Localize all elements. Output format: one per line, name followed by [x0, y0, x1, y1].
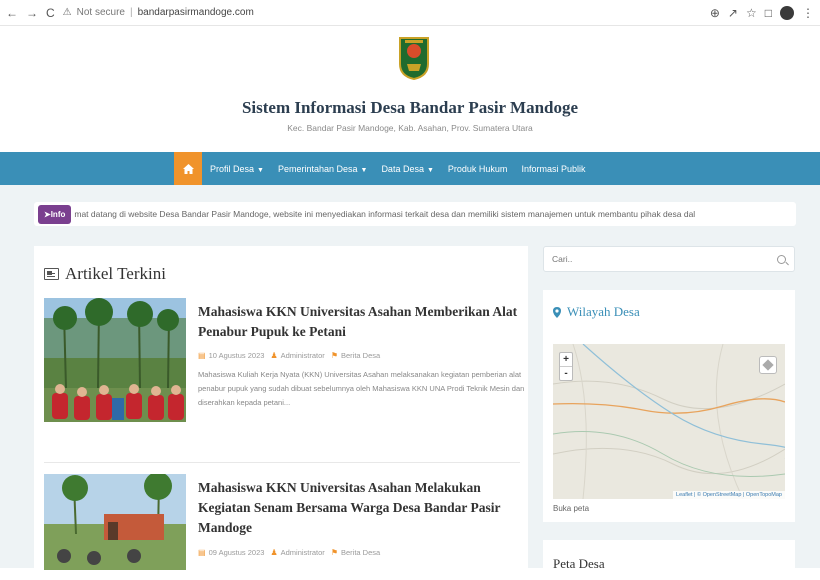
map-zoom-control: + -: [559, 352, 573, 381]
browser-actions: ⊕ ↗ ☆ □ ⋮: [710, 5, 814, 20]
menu-dots-icon[interactable]: ⋮: [802, 6, 814, 20]
warning-icon: ⚠: [62, 7, 72, 18]
site-title[interactable]: Sistem Informasi Desa Bandar Pasir Mando…: [0, 98, 820, 118]
url-text[interactable]: bandarpasirmandoge.com: [138, 7, 254, 18]
zoom-in-button[interactable]: +: [560, 353, 572, 366]
article-thumbnail[interactable]: [44, 298, 186, 422]
security-label: Not secure: [76, 7, 125, 18]
nav-item-produk-hukum[interactable]: Produk Hukum: [448, 164, 508, 174]
tag-icon: ⚑: [330, 548, 338, 557]
map-attribution[interactable]: Leaflet | © OpenStreetMap | OpenTopoMap: [673, 491, 785, 499]
chevron-down-icon: ▼: [257, 166, 264, 174]
back-icon[interactable]: ←: [6, 6, 18, 20]
article-title[interactable]: Mahasiswa KKN Universitas Asahan Memberi…: [198, 302, 528, 342]
article-item: Mahasiswa KKN Universitas Asahan Memberi…: [44, 298, 524, 458]
key-icon[interactable]: ⊕: [710, 6, 720, 20]
tag-icon: ⚑: [330, 351, 338, 360]
main-nav: Profil Desa ▼ Pemerintahan Desa ▼ Data Des…: [0, 152, 820, 185]
home-icon: [182, 163, 194, 174]
article-excerpt: Mahasiswa Kuliah Kerja Nyata (KKN) Unive…: [198, 370, 525, 407]
extension-icon[interactable]: □: [765, 6, 772, 20]
newspaper-icon: [44, 268, 59, 280]
chevron-down-icon: ▼: [360, 166, 368, 174]
nav-item-informasi-publik[interactable]: Informasi Publik: [521, 164, 585, 174]
village-map[interactable]: + - Leaflet | © OpenStreetMap | OpenTopo…: [553, 344, 785, 499]
articles-card: Artikel Terkini Mahasiswa KKN Universita…: [34, 246, 528, 570]
home-button[interactable]: [174, 152, 202, 185]
layers-icon[interactable]: [759, 356, 777, 374]
articles-heading: Artikel Terkini: [44, 264, 166, 284]
share-icon[interactable]: ↗: [728, 6, 738, 20]
wilayah-title: Wilayah Desa: [553, 304, 640, 320]
calendar-icon: ▤: [198, 548, 206, 557]
nav-item-data-desa[interactable]: Data Desa ▼: [381, 164, 433, 174]
article-divider: [44, 462, 520, 463]
article-meta: ▤ 09 Agustus 2023 ♟ Administrator ⚑ Berita …: [198, 548, 381, 557]
forward-icon[interactable]: →: [26, 6, 38, 20]
address-bar[interactable]: ⚠ Not secure | bandarpasirmandoge.com: [63, 7, 710, 18]
zoom-out-button[interactable]: -: [560, 366, 572, 380]
wilayah-widget: Wilayah Desa + - Leaflet | © OpenStreetM…: [543, 290, 795, 522]
search-icon[interactable]: [777, 254, 786, 264]
site-logo[interactable]: [397, 34, 431, 80]
calendar-icon: ▤: [198, 351, 206, 360]
info-ticker: ➤Info mat datang di website Desa Bandar …: [34, 202, 796, 226]
article-item: Mahasiswa KKN Universitas Asahan Melakuk…: [44, 474, 520, 574]
map-pin-icon: [553, 306, 561, 318]
nav-menu: Profil Desa ▼ Pemerintahan Desa ▼ Data Des…: [210, 152, 585, 185]
ticker-badge: ➤Info: [38, 204, 72, 224]
peta-title: Peta Desa: [553, 556, 605, 571]
browser-nav: ← → C: [6, 6, 55, 20]
site-header: Sistem Informasi Desa Bandar Pasir Mando…: [0, 26, 820, 152]
star-icon[interactable]: ☆: [746, 6, 757, 20]
article-thumbnail[interactable]: [44, 474, 186, 570]
nav-item-profil-desa[interactable]: Profil Desa ▼: [210, 164, 264, 174]
nav-item-pemerintahan-desa[interactable]: Pemerintahan Desa ▼: [278, 164, 367, 174]
profile-icon[interactable]: [780, 5, 794, 20]
search-box: [543, 246, 795, 272]
site-subtitle: Kec. Bandar Pasir Mandoge, Kab. Asahan, …: [287, 123, 533, 133]
reload-icon[interactable]: C: [46, 6, 55, 20]
megaphone-icon: ➤: [44, 209, 51, 219]
article-title[interactable]: Mahasiswa KKN Universitas Asahan Melakuk…: [198, 478, 528, 538]
browser-toolbar: ← → C ⚠ Not secure | bandarpasirmandoge.…: [0, 0, 820, 26]
open-map-link[interactable]: Buka peta: [553, 504, 589, 513]
peta-widget: Peta Desa: [543, 540, 795, 580]
user-icon: ♟: [270, 351, 278, 360]
article-meta: ▤ 10 Agustus 2023 ♟ Administrator ⚑ Berita …: [198, 351, 381, 360]
search-input[interactable]: [552, 254, 752, 264]
chevron-down-icon: ▼: [426, 166, 434, 174]
user-icon: ♟: [270, 548, 278, 557]
ticker-text[interactable]: mat datang di website Desa Bandar Pasir …: [74, 209, 695, 219]
